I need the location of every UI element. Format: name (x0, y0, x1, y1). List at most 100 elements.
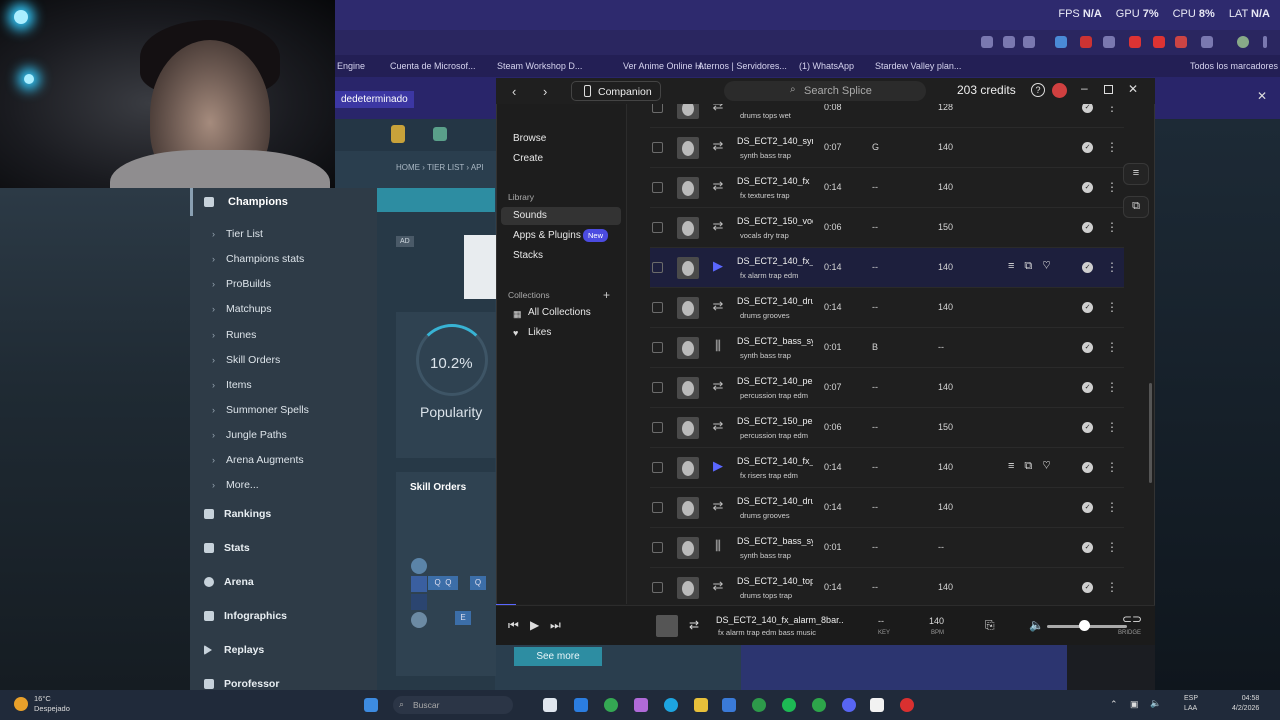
more-options-icon[interactable]: ⋮ (1106, 140, 1118, 154)
nav-likes[interactable]: Likes (528, 327, 551, 338)
loop-icon[interactable]: ⇄ (710, 498, 726, 514)
sample-tags[interactable]: vocals dry trap (740, 231, 814, 240)
loop-icon[interactable]: ⇄ (710, 138, 726, 154)
sidebar-item-jungle-paths[interactable]: Jungle Paths (226, 429, 287, 441)
ad-banner[interactable] (464, 235, 496, 299)
sample-row[interactable]: ⇄ DS_ECT2_150_vocalsvocals dry trap 0:06 --… (650, 208, 1124, 248)
check-icon[interactable]: ✓ (1082, 502, 1093, 513)
sample-name[interactable]: DS_ECT2_140_fx_risers (737, 456, 813, 466)
check-icon[interactable]: ✓ (1082, 262, 1093, 273)
sample-name[interactable]: DS_ECT2_140_fx_alarm (737, 256, 813, 266)
loop-icon[interactable]: ⇄ (710, 578, 726, 594)
row-checkbox[interactable] (652, 222, 663, 233)
sample-row[interactable]: ⇄ DS_ECT2_140_synthsynth bass trap 0:07 G 14… (650, 128, 1124, 168)
sample-row[interactable]: ⇄ DS_ECT2_140_drumsdrums grooves 0:14 -- 140… (650, 288, 1124, 328)
section-stats[interactable]: Stats (224, 542, 250, 554)
bookmark[interactable]: (1) WhatsApp (799, 61, 854, 71)
volume-icon[interactable]: 🔈 (1029, 618, 1044, 632)
nav-apps-plugins[interactable]: Apps & Plugins (513, 230, 581, 241)
weather-widget[interactable]: 16°C Despejado (34, 694, 70, 714)
check-icon[interactable]: ✓ (1082, 182, 1093, 193)
sample-row[interactable]: ▶ DS_ECT2_140_fx_alarmfx alarm trap edm 0:… (650, 248, 1124, 288)
loop-icon[interactable]: ⇄ (710, 418, 726, 434)
see-more-button[interactable]: See more (514, 647, 602, 666)
sample-name[interactable]: DS_ECT2_150_vocals (737, 216, 813, 226)
extension-icon[interactable] (1175, 36, 1187, 48)
sample-tags[interactable]: drums tops trap (740, 591, 814, 600)
row-actions[interactable]: ≡⧉♡ (1008, 460, 1061, 473)
section-arena[interactable]: Arena (224, 576, 254, 588)
avatar[interactable] (1237, 36, 1249, 48)
sample-name[interactable]: DS_ECT2_bass_synth (737, 536, 813, 546)
check-icon[interactable]: ✓ (1082, 462, 1093, 473)
sample-tags[interactable]: drums grooves (740, 311, 814, 320)
nav-stacks[interactable]: Stacks (513, 250, 543, 261)
check-icon[interactable]: ✓ (1082, 382, 1093, 393)
more-options-icon[interactable]: ⋮ (1106, 580, 1118, 594)
check-icon[interactable]: ✓ (1082, 104, 1093, 113)
sample-name[interactable]: DS_ECT2_140_drums (737, 496, 813, 506)
extension-icon[interactable] (1055, 36, 1067, 48)
bookmark[interactable]: Aternos | Servidores... (698, 61, 787, 71)
language-indicator[interactable]: ESP LAA (1184, 694, 1198, 714)
folder-icon[interactable] (694, 698, 708, 712)
sample-name[interactable]: DS_ECT2_140_tops (737, 576, 813, 586)
sample-row[interactable]: ⇄ DS_ECT2_150_perc percussion trap edm 0:06… (650, 408, 1124, 448)
network-icon[interactable]: ▣ (1130, 699, 1139, 710)
zoom-icon[interactable] (1003, 36, 1015, 48)
row-checkbox[interactable] (652, 462, 663, 473)
volume-icon[interactable]: 🔈 (1150, 698, 1161, 709)
row-checkbox[interactable] (652, 262, 663, 273)
bookmark[interactable]: Steam Workshop D... (497, 61, 582, 71)
more-options-icon[interactable]: ⋮ (1106, 460, 1118, 474)
chrome-icon[interactable] (812, 698, 826, 712)
app-icon[interactable] (722, 698, 736, 712)
stack-icon[interactable]: ⧉ (1123, 196, 1149, 218)
clock[interactable]: 04:58 4/2/2026 (1232, 694, 1259, 714)
bookmark[interactable]: Stardew Valley plan... (875, 61, 961, 71)
splice-search-input[interactable]: ⌕ Search Splice (724, 81, 926, 101)
sample-row[interactable]: ⇄ DS_ECT2_140_drumsdrums grooves 0:14 -- 140… (650, 488, 1124, 528)
section-replays[interactable]: Replays (224, 644, 264, 656)
sidebar-item-more[interactable]: More... (226, 479, 259, 491)
nav-all-collections[interactable]: All Collections (528, 307, 591, 318)
more-options-icon[interactable]: ⋮ (1106, 260, 1118, 274)
row-checkbox[interactable] (652, 182, 663, 193)
check-icon[interactable]: ✓ (1082, 582, 1093, 593)
more-options-icon[interactable]: ⋮ (1106, 340, 1118, 354)
row-checkbox[interactable] (652, 382, 663, 393)
breadcrumb-api[interactable]: API (471, 163, 484, 172)
bookmark[interactable]: Cuenta de Microsof... (390, 61, 476, 71)
taskview-icon[interactable] (543, 698, 557, 712)
queue-icon[interactable]: ≡ (1123, 163, 1149, 185)
spotify-icon[interactable] (782, 698, 796, 712)
maximize-icon[interactable] (1104, 85, 1113, 94)
nav-browse[interactable]: Browse (513, 133, 546, 144)
sidebar-item-items[interactable]: Items (226, 379, 252, 391)
sample-tags[interactable]: drums tops wet (740, 111, 814, 120)
more-options-icon[interactable]: ⋮ (1106, 540, 1118, 554)
row-checkbox[interactable] (652, 104, 663, 113)
sidebar-item-champions-stats[interactable]: Champions stats (226, 253, 304, 265)
discord-icon[interactable] (842, 698, 856, 712)
check-icon[interactable]: ✓ (1082, 542, 1093, 553)
sample-name[interactable]: DS_ECT2_140_synth (737, 136, 813, 146)
companion-button[interactable]: Companion (571, 81, 661, 101)
sidebar-header-champions[interactable]: Champions (190, 188, 377, 216)
close-icon[interactable]: ✕ (1257, 89, 1267, 103)
info-bar-text[interactable]: dedeterminado (335, 91, 414, 108)
more-options-icon[interactable]: ⋮ (1106, 500, 1118, 514)
similar-icon[interactable]: ⧉ (1024, 460, 1042, 472)
check-icon[interactable]: ✓ (1082, 342, 1093, 353)
loop-icon[interactable]: ⇄ (710, 298, 726, 314)
loop-icon[interactable]: ⇄ (710, 378, 726, 394)
row-actions[interactable]: ≡⧉♡ (1008, 260, 1061, 273)
nav-create[interactable]: Create (513, 153, 543, 164)
help-icon[interactable]: ? (1031, 83, 1045, 97)
bookmark[interactable]: Engine (337, 61, 365, 71)
sample-row[interactable]: ⇄ DS_ECT2_140_tops drums tops trap 0:14 -- 14… (650, 568, 1124, 604)
sample-tags[interactable]: drums grooves (740, 511, 814, 520)
more-options-icon[interactable]: ⋮ (1106, 104, 1118, 114)
sidebar-item-tier-list[interactable]: Tier List (226, 228, 263, 240)
row-checkbox[interactable] (652, 142, 663, 153)
